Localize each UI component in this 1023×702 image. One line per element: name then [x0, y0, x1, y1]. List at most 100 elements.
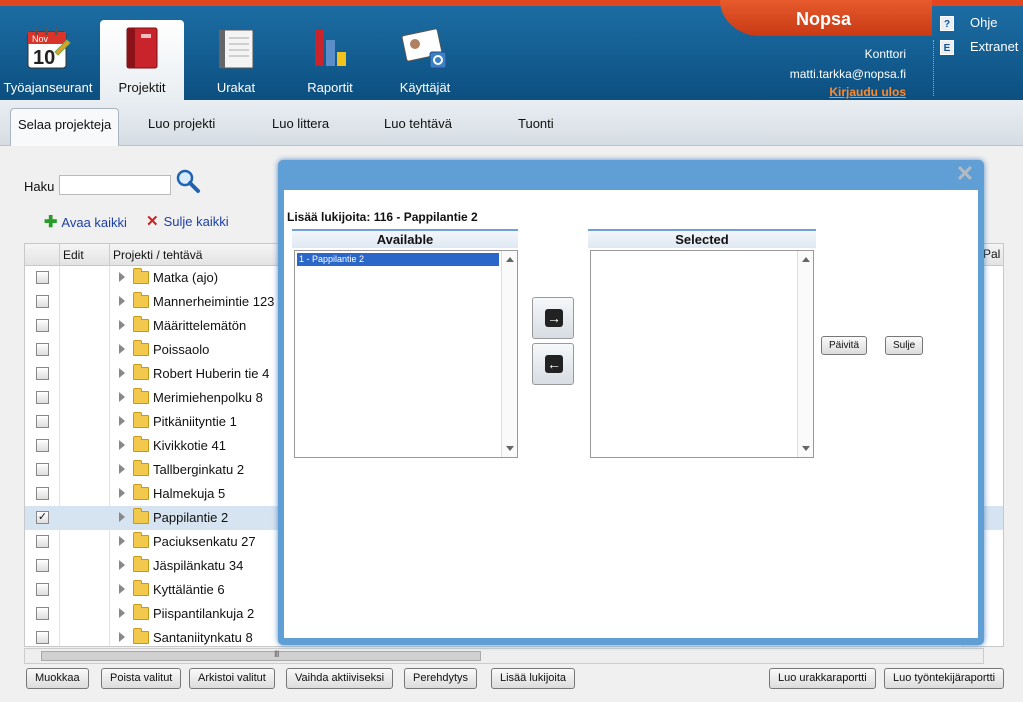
action-button[interactable]: Arkistoi valitut	[189, 668, 275, 689]
scroll-up-icon[interactable]	[802, 257, 810, 262]
scrollbar-grip: III	[274, 649, 279, 659]
available-listbox[interactable]: 1 - Pappilantie 2	[294, 250, 518, 458]
action-button[interactable]: Poista valitut	[101, 668, 182, 689]
row-checkbox[interactable]	[36, 487, 49, 500]
list-item[interactable]: 1 - Pappilantie 2	[297, 253, 499, 266]
report-button[interactable]: Luo urakkaraportti	[769, 668, 876, 689]
row-checkbox[interactable]: ✓	[36, 511, 49, 524]
row-label[interactable]: Poissaolo	[153, 342, 209, 357]
app-projektit[interactable]: Projektit	[100, 20, 184, 100]
row-checkbox[interactable]	[36, 295, 49, 308]
expand-arrow-icon[interactable]	[119, 512, 125, 522]
arrow-left-icon: ←	[545, 355, 563, 373]
app-raportit[interactable]: Raportit	[290, 20, 370, 100]
row-label[interactable]: Santaniitynkatu 8	[153, 630, 253, 645]
row-label[interactable]: Halmekuja 5	[153, 486, 225, 501]
row-checkbox[interactable]	[36, 535, 49, 548]
selected-listbox[interactable]	[590, 250, 814, 458]
tab-selaa-projekteja[interactable]: Selaa projekteja	[10, 108, 120, 146]
expand-arrow-icon[interactable]	[119, 272, 125, 282]
row-label[interactable]: Määrittelemätön	[153, 318, 246, 333]
help-icon: ?	[940, 16, 954, 32]
expand-arrow-icon[interactable]	[119, 320, 125, 330]
help-link-label: Ohje	[970, 15, 998, 30]
row-checkbox[interactable]	[36, 631, 49, 644]
column-header-project[interactable]: Projekti / tehtävä	[113, 248, 202, 262]
row-checkbox[interactable]	[36, 583, 49, 596]
scroll-down-icon[interactable]	[802, 446, 810, 451]
row-label[interactable]: Kyttäläntie 6	[153, 582, 225, 597]
row-label[interactable]: Robert Huberin tie 4	[153, 366, 269, 381]
row-checkbox[interactable]	[36, 463, 49, 476]
row-checkbox[interactable]	[36, 607, 49, 620]
action-button[interactable]: Lisää lukijoita	[491, 668, 576, 689]
listbox-scrollbar[interactable]	[501, 251, 517, 457]
move-right-button[interactable]: →	[532, 297, 574, 339]
row-checkbox[interactable]	[36, 559, 49, 572]
action-button[interactable]: Muokkaa	[26, 668, 89, 689]
expand-arrow-icon[interactable]	[119, 368, 125, 378]
tab-luo-tehtava[interactable]: Luo tehtävä	[384, 116, 452, 131]
extranet-link[interactable]: E Extranet	[940, 39, 1018, 56]
extranet-icon: E	[940, 40, 954, 56]
row-checkbox[interactable]	[36, 271, 49, 284]
tab-tuonti[interactable]: Tuonti	[518, 116, 554, 131]
move-left-button[interactable]: ←	[532, 343, 574, 385]
expand-arrow-icon[interactable]	[119, 488, 125, 498]
row-checkbox[interactable]	[36, 415, 49, 428]
scroll-up-icon[interactable]	[506, 257, 514, 262]
row-checkbox[interactable]	[36, 319, 49, 332]
row-checkbox[interactable]	[36, 391, 49, 404]
report-button[interactable]: Luo työntekijäraportti	[884, 668, 1005, 689]
folder-icon	[133, 484, 149, 500]
dialog-title: Lisää lukijoita: 116 - Pappilantie 2	[287, 210, 478, 224]
row-label[interactable]: Matka (ajo)	[153, 270, 218, 285]
expand-arrow-icon[interactable]	[119, 632, 125, 642]
tab-luo-littera[interactable]: Luo littera	[272, 116, 329, 131]
update-button[interactable]: Päivitä	[821, 336, 868, 355]
scroll-down-icon[interactable]	[506, 446, 514, 451]
expand-arrow-icon[interactable]	[119, 296, 125, 306]
column-header-edit[interactable]: Edit	[63, 248, 84, 262]
grid-horizontal-scrollbar[interactable]: III	[24, 648, 984, 664]
app-kayttajat[interactable]: Käyttäjät	[382, 20, 468, 100]
column-header-pal[interactable]: Pal	[983, 247, 1000, 261]
search-icon[interactable]	[175, 168, 201, 194]
search-input[interactable]	[59, 175, 171, 195]
row-label[interactable]: Merimiehenpolku 8	[153, 390, 263, 405]
help-link[interactable]: ? Ohje	[940, 15, 998, 32]
listbox-scrollbar[interactable]	[797, 251, 813, 457]
row-checkbox[interactable]	[36, 343, 49, 356]
row-label[interactable]: Kivikkotie 41	[153, 438, 226, 453]
row-label[interactable]: Tallberginkatu 2	[153, 462, 244, 477]
action-button[interactable]: Vaihda aktiiviseksi	[286, 668, 394, 689]
account-email: matti.tarkka@nopsa.fi	[789, 67, 906, 81]
expand-arrow-icon[interactable]	[119, 560, 125, 570]
row-label[interactable]: Pappilantie 2	[153, 510, 228, 525]
row-label[interactable]: Mannerheimintie 123	[153, 294, 274, 309]
logout-link[interactable]: Kirjaudu ulos	[829, 85, 906, 99]
expand-arrow-icon[interactable]	[119, 392, 125, 402]
close-icon[interactable]: ✕	[955, 163, 975, 185]
dialog-close-button[interactable]: Sulje	[885, 336, 924, 355]
expand-arrow-icon[interactable]	[119, 464, 125, 474]
expand-arrow-icon[interactable]	[119, 536, 125, 546]
expand-arrow-icon[interactable]	[119, 416, 125, 426]
scrollbar-thumb[interactable]: III	[41, 649, 481, 661]
collapse-all-button[interactable]: ✕ Sulje kaikki	[146, 212, 229, 230]
row-checkbox[interactable]	[36, 367, 49, 380]
expand-arrow-icon[interactable]	[119, 584, 125, 594]
app-urakat[interactable]: Urakat	[196, 20, 276, 100]
app-tyoajanseuranta[interactable]: Nov 10 Työajanseurant	[0, 20, 96, 100]
expand-all-button[interactable]: ✚ Avaa kaikki	[44, 212, 127, 232]
row-label[interactable]: Pitkäniityntie 1	[153, 414, 237, 429]
tab-luo-projekti[interactable]: Luo projekti	[148, 116, 215, 131]
action-button[interactable]: Perehdytys	[404, 668, 478, 689]
row-label[interactable]: Jäspilänkatu 34	[153, 558, 243, 573]
row-checkbox[interactable]	[36, 439, 49, 452]
expand-arrow-icon[interactable]	[119, 608, 125, 618]
expand-arrow-icon[interactable]	[119, 344, 125, 354]
row-label[interactable]: Paciuksenkatu 27	[153, 534, 256, 549]
expand-arrow-icon[interactable]	[119, 440, 125, 450]
row-label[interactable]: Piispantilankuja 2	[153, 606, 254, 621]
